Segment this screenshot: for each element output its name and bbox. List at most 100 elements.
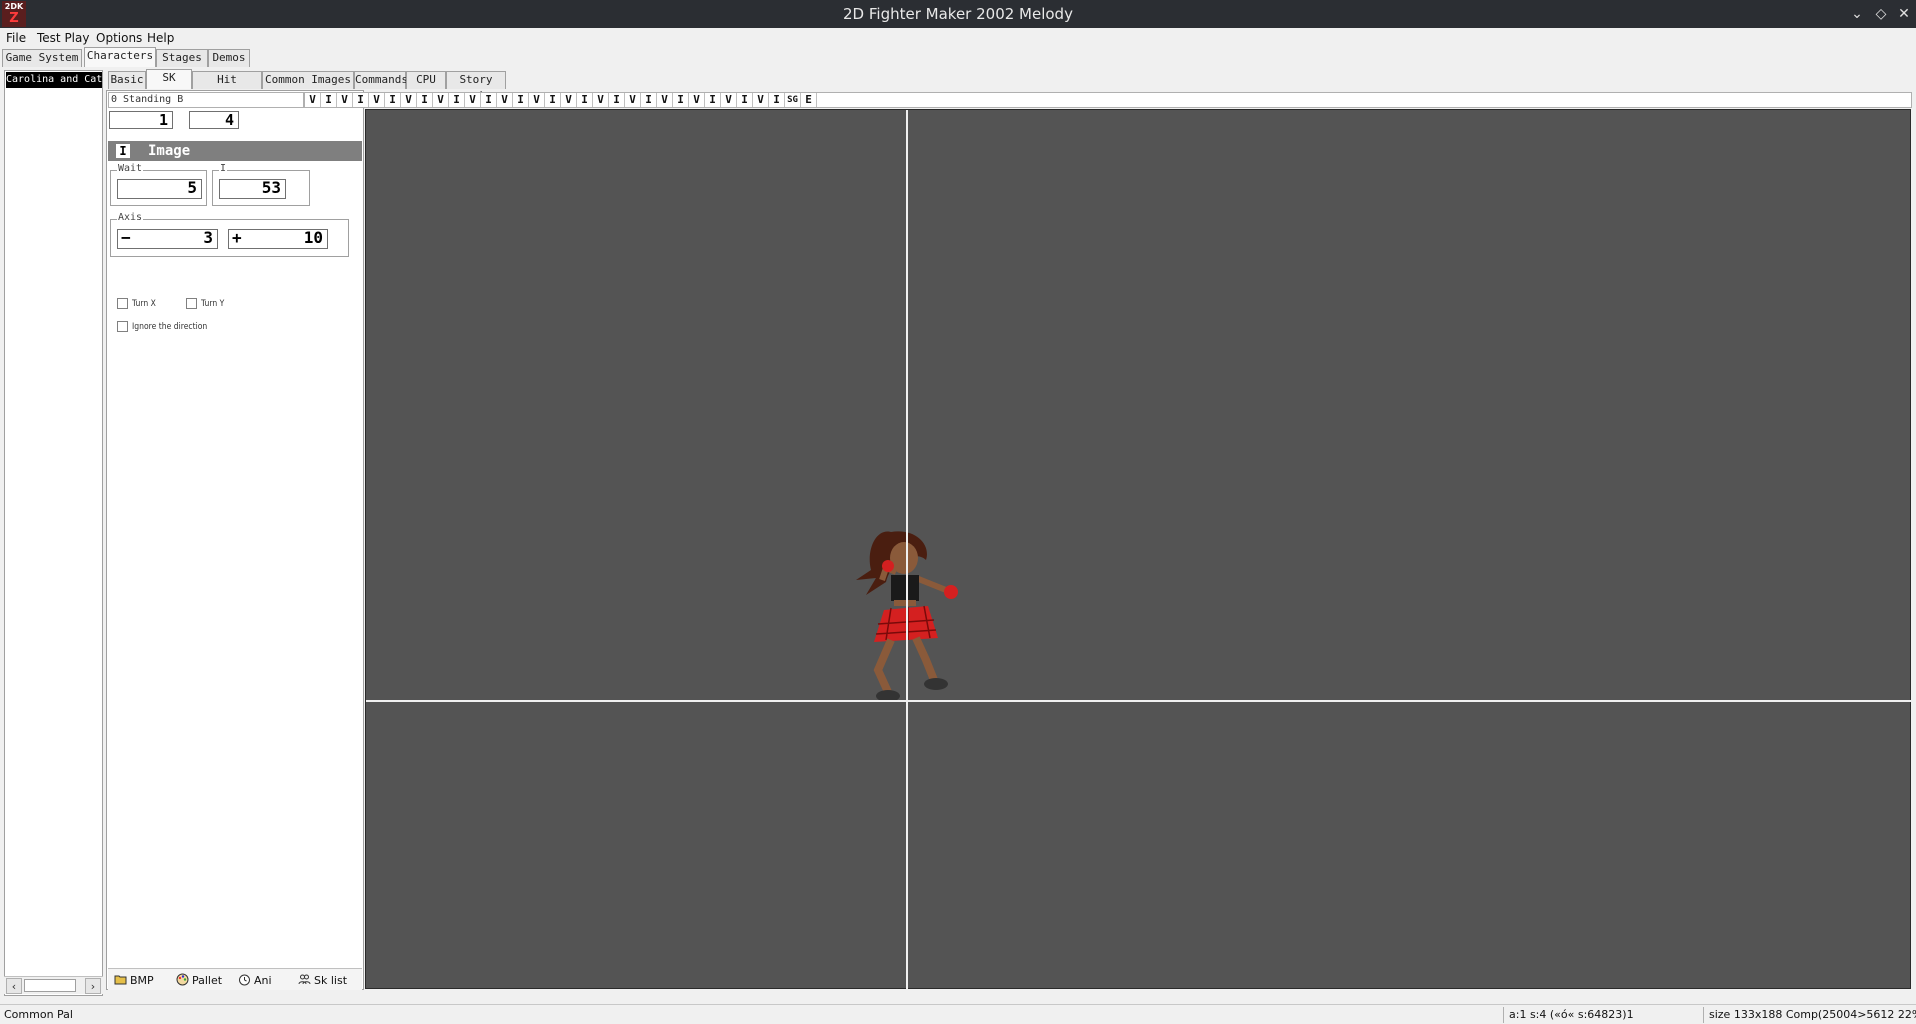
sprite-canvas[interactable] (365, 109, 1912, 990)
image-icon: I (116, 144, 130, 158)
frame-cell[interactable]: V (305, 93, 321, 107)
image-section-label: Image (148, 143, 191, 159)
timer-icon (239, 974, 250, 986)
image-number-label: I (219, 163, 228, 174)
palette-icon (176, 973, 189, 986)
frame-cell[interactable]: E (801, 93, 817, 107)
axis-label: Axis (117, 212, 144, 223)
menu-help[interactable]: Help (147, 31, 174, 45)
skill-name-field[interactable]: 0 Standing B (108, 92, 304, 108)
axis-horizontal-line (366, 700, 1912, 702)
frame-cell[interactable]: V (657, 93, 673, 107)
menu-bar: File Test Play Options Help (0, 28, 1916, 48)
frame-cell[interactable]: V (625, 93, 641, 107)
tab-hit-junction[interactable]: Hit Junction (192, 71, 262, 102)
character-list-item[interactable]: Carolina and Catalina (6, 72, 102, 88)
frame-cell[interactable]: V (497, 93, 513, 107)
skill-field-a[interactable]: 1 (109, 111, 173, 129)
tab-cpu[interactable]: CPU (406, 71, 446, 89)
frame-strip[interactable]: V I V I V I V I V I V I V I V I V I V I V I V I V I V I V I SG E (304, 92, 1912, 108)
frame-cell[interactable]: I (481, 93, 497, 107)
menu-test-play[interactable]: Test Play (37, 31, 89, 45)
turn-x-checkbox[interactable] (117, 298, 128, 309)
tab-characters[interactable]: Characters (84, 47, 156, 67)
tab-basic[interactable]: Basic (108, 71, 146, 89)
ani-button[interactable]: Ani (238, 973, 272, 987)
frame-cell[interactable]: I (513, 93, 529, 107)
status-right: size 133x188 Comp(25004>5612 22%) (1709, 1008, 1916, 1021)
frame-cell[interactable]: V (433, 93, 449, 107)
axis-y-field[interactable]: + 10 (228, 229, 328, 249)
scroll-right-icon[interactable]: › (85, 978, 101, 994)
frame-cell[interactable]: V (753, 93, 769, 107)
frame-cell[interactable]: V (465, 93, 481, 107)
status-middle: a:1 s:4 («ó« s:64823)1 (1509, 1008, 1634, 1021)
tab-sk[interactable]: SK (146, 69, 192, 89)
panel-toolbar: BMP Pallet Ani Sk list (108, 968, 362, 990)
frame-cell[interactable]: I (641, 93, 657, 107)
skill-field-b[interactable]: 4 (189, 111, 239, 129)
bmp-button[interactable]: BMP (114, 973, 154, 987)
frame-cell[interactable]: V (337, 93, 353, 107)
wait-field[interactable]: 5 (117, 179, 202, 199)
frame-cell[interactable]: I (545, 93, 561, 107)
minimize-icon[interactable]: ⌄ (1847, 4, 1867, 24)
axis-x-value: 3 (203, 228, 213, 247)
sk-list-button[interactable]: Sk list (298, 973, 347, 987)
frame-cell[interactable]: V (401, 93, 417, 107)
ignore-direction-checkbox[interactable] (117, 321, 128, 332)
frame-cell[interactable]: I (417, 93, 433, 107)
title-bar: 2DK Z 2D Fighter Maker 2002 Melody ⌄ ◇ ✕ (0, 0, 1916, 28)
window-title: 2D Fighter Maker 2002 Melody (843, 5, 1073, 23)
ignore-direction-label: Ignore the direction (132, 322, 208, 332)
frame-cell[interactable]: V (721, 93, 737, 107)
scroll-left-icon[interactable]: ‹ (6, 978, 22, 994)
status-separator (1703, 1007, 1704, 1023)
frame-cell[interactable]: I (673, 93, 689, 107)
status-bar: Common Pal a:1 s:4 («ó« s:64823)1 size 1… (0, 1004, 1916, 1024)
frame-cell[interactable]: I (353, 93, 369, 107)
folder-icon (114, 975, 127, 985)
frame-cell[interactable]: V (369, 93, 385, 107)
tab-story-mode[interactable]: Story mode (446, 71, 506, 102)
tab-common-images[interactable]: Common Images (262, 71, 354, 89)
frame-cell[interactable]: V (689, 93, 705, 107)
menu-options[interactable]: Options (96, 31, 142, 45)
frame-cell[interactable]: I (705, 93, 721, 107)
frame-cell[interactable]: V (529, 93, 545, 107)
frame-cell[interactable]: V (593, 93, 609, 107)
axis-vertical-line (906, 110, 908, 990)
tab-stages[interactable]: Stages (156, 49, 208, 67)
tab-commands[interactable]: Commands (354, 71, 408, 89)
menu-file[interactable]: File (6, 31, 26, 45)
frame-cell[interactable]: I (609, 93, 625, 107)
axis-y-value: 10 (303, 228, 323, 247)
axis-x-sign: − (121, 228, 131, 247)
frame-cell[interactable]: SG (785, 93, 801, 107)
wait-label: Wait (117, 163, 144, 174)
frame-cell[interactable]: I (737, 93, 753, 107)
turn-x-label: Turn X (132, 299, 156, 309)
frame-cell[interactable]: I (769, 93, 785, 107)
tab-game-system[interactable]: Game System (2, 49, 82, 67)
close-icon[interactable]: ✕ (1894, 4, 1914, 24)
character-list-scrollbar[interactable]: ‹ › (4, 976, 103, 994)
frame-cell[interactable]: V (561, 93, 577, 107)
turn-y-checkbox[interactable] (186, 298, 197, 309)
axis-y-sign: + (232, 228, 242, 247)
frame-cell[interactable]: I (449, 93, 465, 107)
frame-cell[interactable]: I (321, 93, 337, 107)
frame-cell[interactable]: I (577, 93, 593, 107)
image-section-header: I Image (108, 141, 362, 161)
frame-cell[interactable]: I (385, 93, 401, 107)
status-left: Common Pal (4, 1008, 73, 1021)
pallet-button[interactable]: Pallet (176, 973, 222, 987)
image-number-field[interactable]: 53 (219, 179, 286, 199)
maximize-icon[interactable]: ◇ (1871, 4, 1891, 24)
people-icon (298, 974, 311, 985)
character-list[interactable]: Carolina and Catalina (4, 70, 103, 996)
scroll-thumb[interactable] (24, 979, 76, 992)
axis-x-field[interactable]: − 3 (117, 229, 218, 249)
character-sprite (856, 531, 958, 702)
tab-demos[interactable]: Demos (208, 49, 250, 67)
